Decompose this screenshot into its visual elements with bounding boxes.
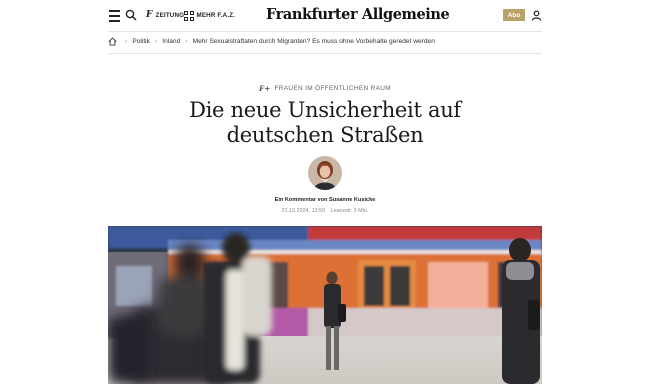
article-kicker: F+ FRAUEN IM ÖFFENTLICHEN RAUM: [0, 84, 650, 93]
grid-icon: [184, 11, 194, 21]
publish-date: 21.10.2024, 13:50: [281, 208, 326, 214]
menu-icon[interactable]: [108, 10, 120, 22]
kicker-text: FRAUEN IM ÖFFENTLICHEN RAUM: [274, 85, 391, 92]
home-icon[interactable]: [108, 36, 117, 46]
headline-line-2: deutschen Straßen: [226, 123, 424, 147]
breadcrumb-separator: ›: [154, 37, 158, 45]
author-byline[interactable]: Ein Kommentar von Susanne Kusicke: [0, 197, 650, 203]
user-icon[interactable]: [530, 9, 542, 21]
breadcrumb-item-article: Mehr Sexualstraftaten durch Migranten? E…: [192, 37, 435, 45]
search-icon[interactable]: [125, 9, 137, 21]
top-navigation-bar: F ZEITUNG MEHR F.A.Z. Frankfurter Allgem…: [0, 0, 650, 32]
fplus-badge-icon: F+: [259, 84, 271, 93]
mehr-faz-label: MEHR F.A.Z.: [196, 12, 236, 20]
breadcrumb-separator: ›: [185, 37, 188, 45]
header-divider: [108, 31, 542, 32]
headline-line-1: Die neue Unsicherheit auf: [189, 98, 461, 122]
breadcrumb-item-inland[interactable]: Inland: [162, 38, 180, 45]
fz-icon: F: [146, 10, 153, 20]
faz-logo[interactable]: Frankfurter Allgemeine: [266, 6, 450, 23]
author-avatar[interactable]: [308, 156, 342, 190]
zeitung-label: ZEITUNG: [155, 12, 185, 19]
article-meta: 21.10.2024, 13:50 Lesezeit: 3 Min.: [0, 208, 650, 214]
breadcrumb: › Politik › Inland › Mehr Sexualstraftat…: [108, 36, 435, 46]
breadcrumb-separator: ›: [125, 37, 128, 45]
article-headline: Die neue Unsicherheit auf deutschen Stra…: [0, 98, 650, 148]
mehr-faz-link[interactable]: MEHR F.A.Z.: [184, 11, 235, 21]
zeitung-link[interactable]: F ZEITUNG: [146, 11, 184, 20]
breadcrumb-divider: [108, 53, 542, 54]
breadcrumb-item-politik[interactable]: Politik: [132, 38, 150, 45]
hero-image: [108, 226, 542, 384]
abo-button[interactable]: Abo: [503, 9, 525, 21]
read-time: Lesezeit: 3 Min.: [330, 208, 369, 214]
